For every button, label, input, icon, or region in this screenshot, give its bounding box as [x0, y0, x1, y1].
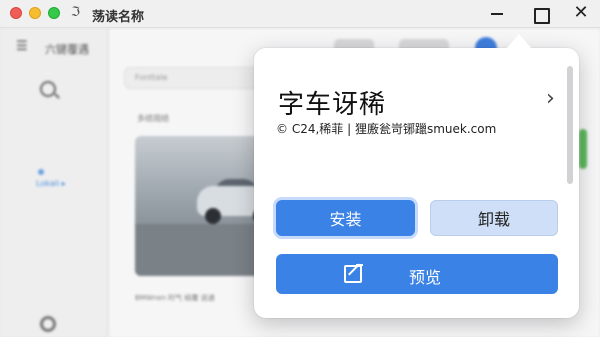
preview-button[interactable]: 预览	[276, 254, 558, 294]
close-button[interactable]: ✕	[569, 2, 593, 26]
preview-label: 预览	[409, 268, 442, 287]
app-logo-icon: ℑ	[71, 5, 81, 20]
font-title: 字车讶稀	[278, 90, 387, 120]
external-link-icon	[344, 264, 363, 283]
section-label: 多结观结	[137, 114, 169, 123]
minimize-button[interactable]	[485, 2, 509, 26]
sidebar: ☰ 六键覆遇 Lokali ▸	[0, 29, 108, 337]
popover-arrow	[506, 34, 532, 49]
install-button[interactable]: 安装	[276, 200, 415, 236]
menu-icon[interactable]: ☰	[16, 39, 28, 54]
font-copyright: © C24,稀菲 | 狸廒瓮岢铘躐smuek.com	[276, 122, 497, 136]
thumbnail-image[interactable]	[135, 136, 263, 276]
zoom-traffic-light[interactable]	[48, 7, 60, 19]
title-bar: ℑ 荡读名称 ✕	[0, 0, 600, 28]
sidebar-title: 六键覆遇	[45, 43, 89, 56]
thumbnail-wheel	[205, 208, 221, 224]
sidebar-item-dot	[38, 169, 44, 175]
search-icon[interactable]	[40, 81, 56, 97]
search-placeholder: Fonttale	[135, 73, 168, 82]
uninstall-button[interactable]: 卸载	[430, 200, 558, 236]
window-title: 荡读名称	[92, 10, 145, 25]
popover-scrollbar[interactable]	[567, 66, 573, 184]
thumbnail-caption: BMWnen 时气 结覆 说通	[135, 294, 215, 302]
sidebar-item-local[interactable]: Lokali ▸	[36, 179, 66, 188]
status-scroll-indicator	[579, 129, 587, 169]
chevron-right-icon[interactable]: ›	[546, 86, 555, 111]
font-detail-popover: 字车讶稀 › © C24,稀菲 | 狸廒瓮岢铘躐smuek.com 安装 卸载 …	[254, 34, 579, 318]
gear-icon[interactable]	[40, 316, 56, 332]
minimize-traffic-light[interactable]	[29, 7, 41, 19]
thumbnail-road	[135, 224, 263, 276]
close-traffic-light[interactable]	[10, 7, 22, 19]
maximize-button[interactable]	[528, 2, 552, 26]
